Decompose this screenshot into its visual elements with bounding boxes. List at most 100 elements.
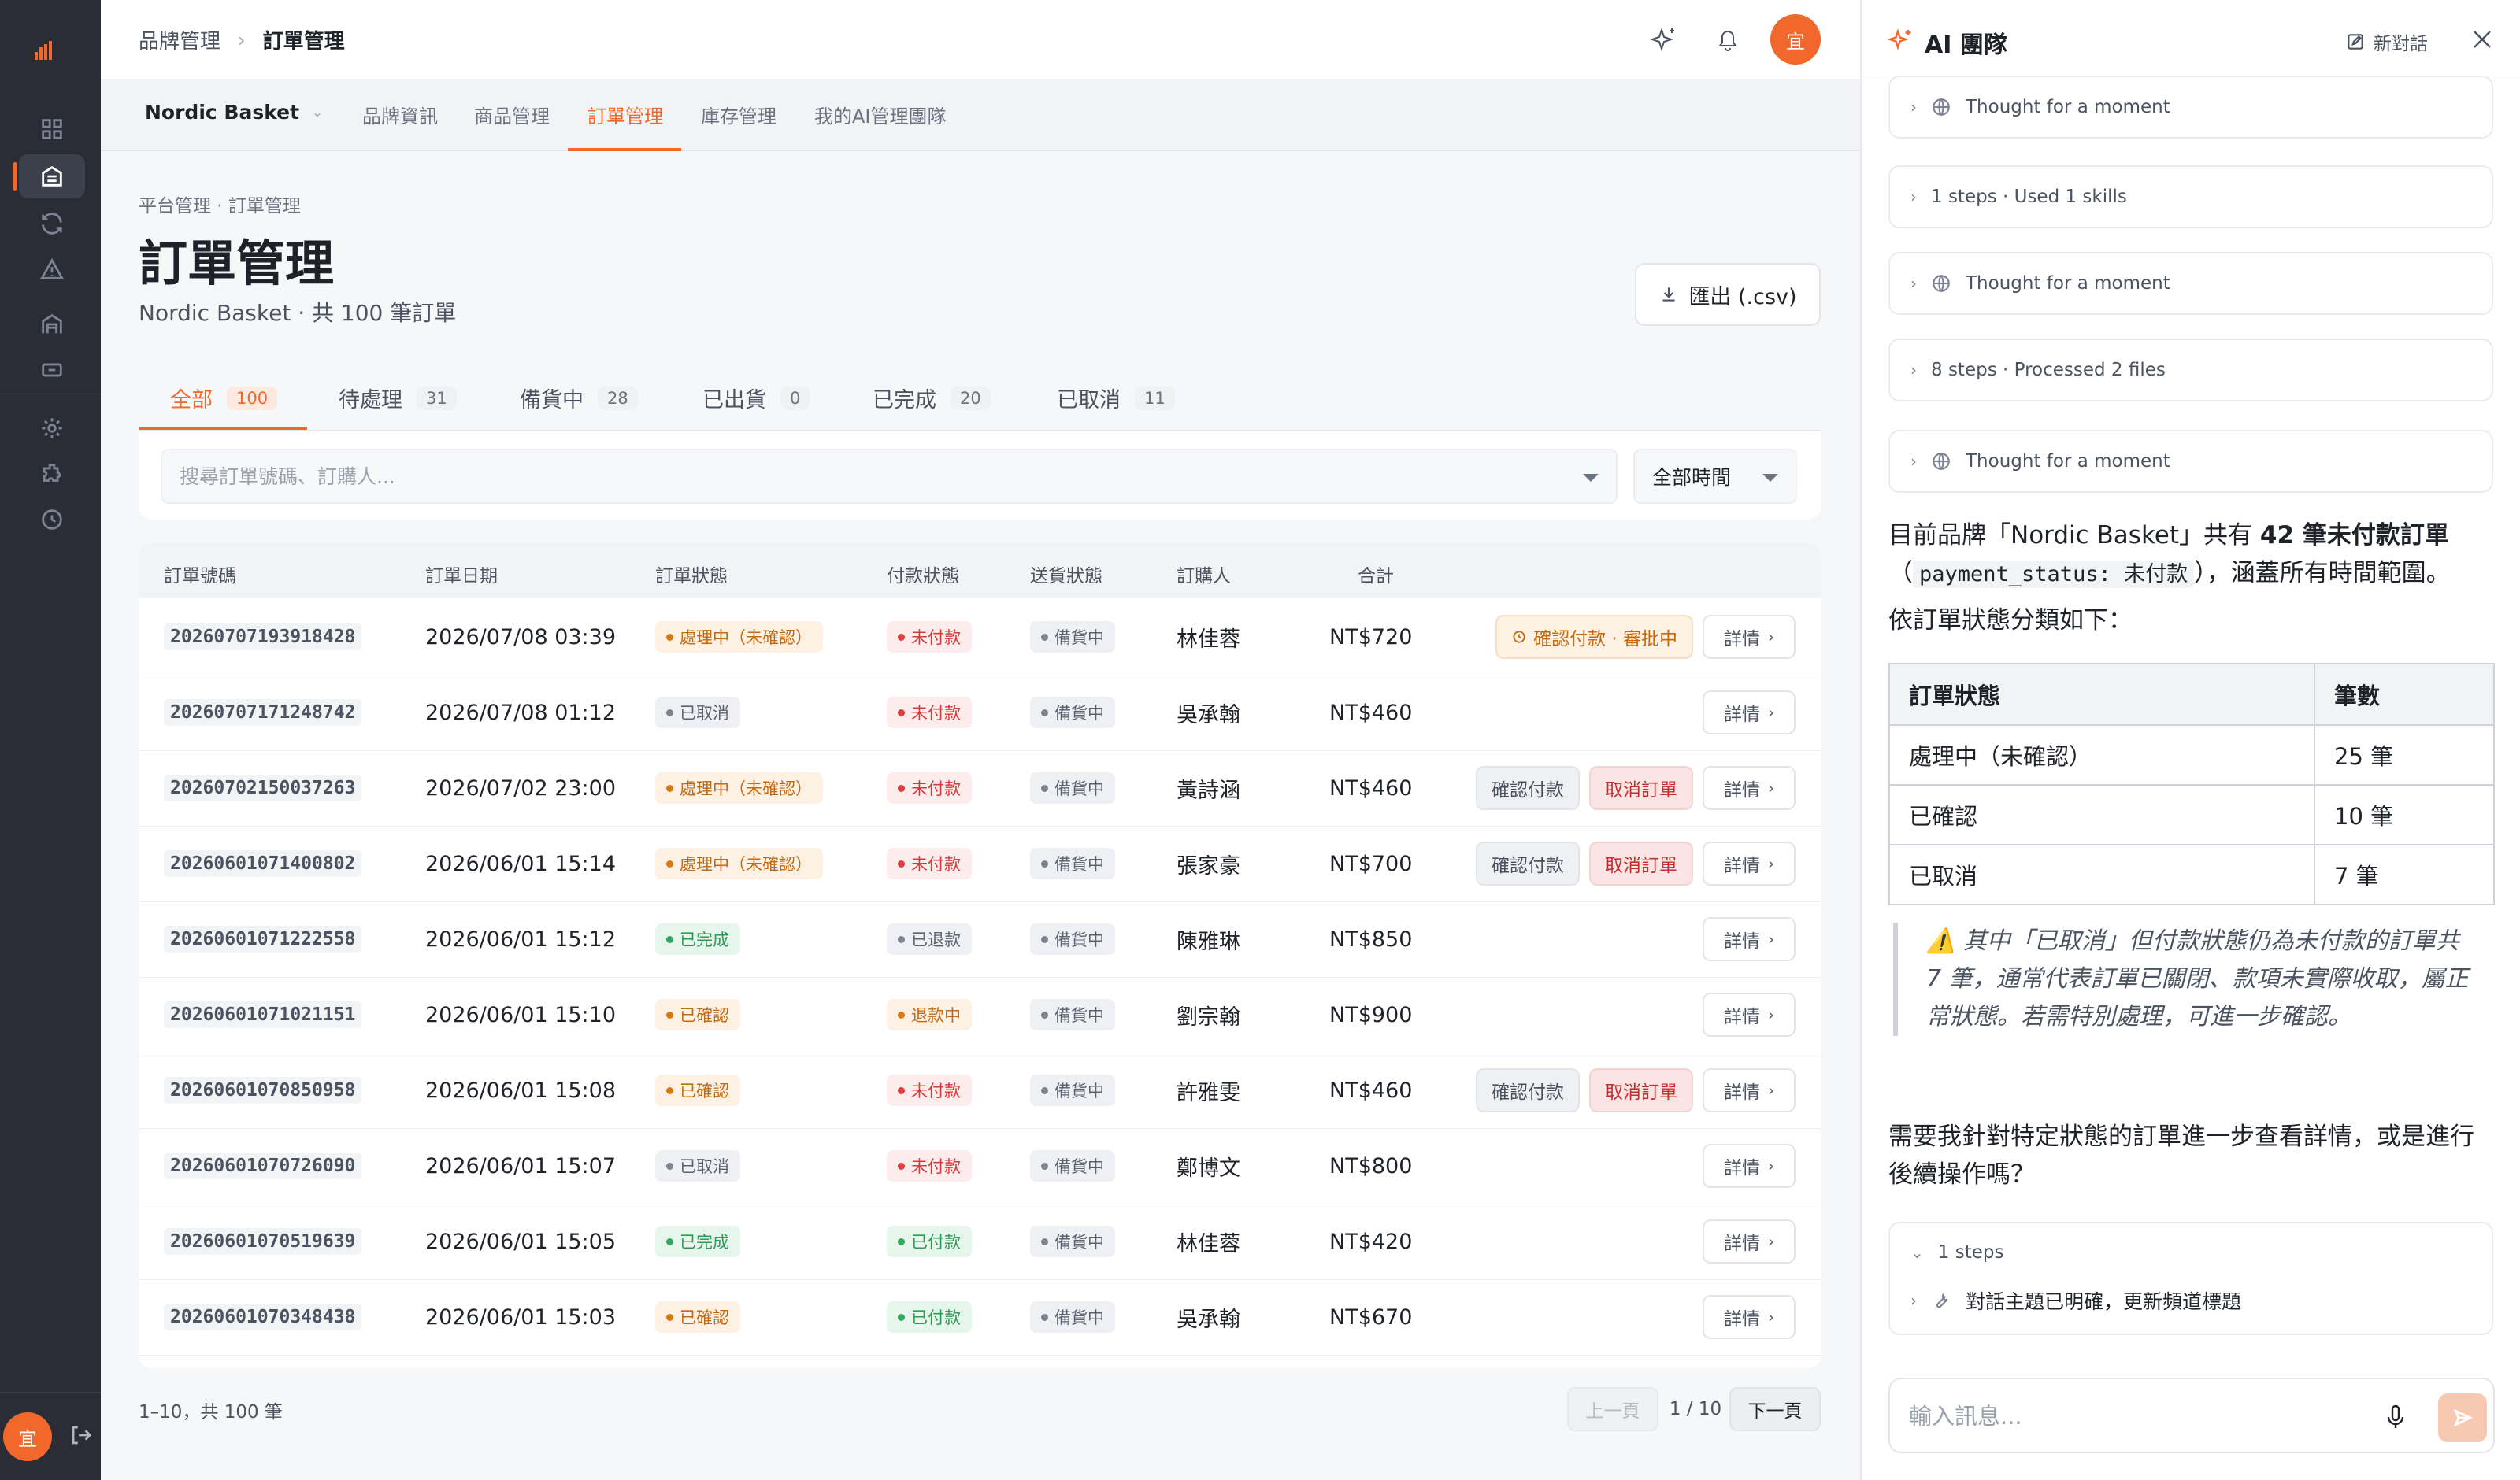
- step-card[interactable]: › Thought for a moment: [1888, 252, 2493, 315]
- order-id[interactable]: 20260601071400802: [164, 850, 362, 877]
- prev-page-button[interactable]: 上一頁: [1567, 1387, 1658, 1431]
- shipping-status-badge: 備貨中: [1030, 1075, 1115, 1106]
- buyer-name: 許雅雯: [1177, 1080, 1240, 1105]
- subnav-tab-products[interactable]: 商品管理: [474, 101, 550, 128]
- microphone-icon[interactable]: [2378, 1400, 2413, 1434]
- sidebar-item-warehouse[interactable]: [19, 302, 85, 346]
- order-date: 2026/07/02 23:00: [425, 775, 617, 801]
- approval-pending-button[interactable]: 確認付款 · 審批中: [1495, 615, 1693, 659]
- tab-all[interactable]: 全部 100: [170, 383, 278, 413]
- table-header-cell: 訂單狀態: [1888, 663, 2315, 726]
- detail-button[interactable]: 詳情 ›: [1703, 615, 1796, 659]
- order-id-cell: 20260702150037263: [164, 749, 362, 827]
- subnav-tab-ai-team[interactable]: 我的AI管理團隊: [814, 101, 947, 128]
- export-csv-button[interactable]: 匯出 (.csv): [1635, 263, 1821, 326]
- new-chat-button[interactable]: 新對話: [2345, 28, 2428, 55]
- tab-pending[interactable]: 待處理 31: [339, 383, 457, 413]
- sidebar-item-brands[interactable]: [13, 154, 85, 198]
- order-id[interactable]: 20260601070519639: [164, 1228, 362, 1255]
- notifications-button[interactable]: [1710, 22, 1745, 57]
- order-id-cell: 20260601070726090: [164, 1127, 362, 1204]
- confirm-payment-button[interactable]: 確認付款: [1476, 766, 1580, 810]
- order-status-cell: 已取消: [655, 1127, 740, 1204]
- tab-label: 已取消: [1057, 388, 1121, 413]
- detail-label: 詳情: [1724, 629, 1760, 649]
- tab-preparing[interactable]: 備貨中 28: [520, 383, 638, 413]
- col-buyer: 訂購人: [1177, 566, 1231, 586]
- order-id[interactable]: 20260707171248742: [164, 699, 362, 726]
- message-input[interactable]: [1909, 1398, 2350, 1434]
- step-card[interactable]: › 1 steps · Used 1 skills: [1888, 165, 2493, 228]
- row-actions: 確認付款 · 審批中 詳情 ›: [1486, 598, 1796, 675]
- brand-selector[interactable]: Nordic Basket ⌄: [145, 101, 323, 124]
- table-row: 20260601071021151 2026/06/01 15:10 已確認 退款中 備…: [139, 976, 1821, 1053]
- message-text: ，涵蓋所有時間範圍。: [2206, 559, 2451, 587]
- order-status-badge: 已完成: [655, 923, 740, 955]
- detail-button[interactable]: 詳情 ›: [1703, 1144, 1796, 1188]
- sidebar-item-integrations[interactable]: [19, 452, 85, 496]
- detail-button[interactable]: 詳情 ›: [1703, 766, 1796, 810]
- sidebar-item-sync[interactable]: [19, 202, 85, 246]
- step-card[interactable]: › Thought for a moment: [1888, 76, 2493, 139]
- sparkle-button[interactable]: [1646, 22, 1681, 57]
- step-card[interactable]: › 8 steps · Processed 2 files: [1888, 339, 2493, 401]
- chevron-right-icon: ›: [1910, 187, 1917, 206]
- detail-button[interactable]: 詳情 ›: [1703, 917, 1796, 961]
- detail-button[interactable]: 詳情 ›: [1703, 690, 1796, 734]
- badge-label: 處理中（未確認）: [680, 855, 812, 874]
- tab-active-indicator: [139, 427, 307, 430]
- order-id[interactable]: 20260601071222558: [164, 926, 362, 953]
- detail-button[interactable]: 詳情 ›: [1703, 1295, 1796, 1339]
- order-id[interactable]: 20260601070348438: [164, 1304, 362, 1330]
- close-icon[interactable]: [2466, 24, 2498, 55]
- breadcrumb-brands[interactable]: 品牌管理: [139, 25, 220, 54]
- cancel-order-button[interactable]: 取消訂單: [1589, 766, 1693, 810]
- tab-shipped[interactable]: 已出貨 0: [702, 383, 810, 413]
- tab-cancelled[interactable]: 已取消 11: [1057, 383, 1175, 413]
- send-button[interactable]: [2438, 1393, 2487, 1442]
- detail-button[interactable]: 詳情 ›: [1703, 842, 1796, 886]
- subnav-tab-brand-info[interactable]: 品牌資訊: [362, 101, 438, 128]
- sidebar-item-alerts[interactable]: [19, 247, 85, 291]
- detail-button[interactable]: 詳情 ›: [1703, 1068, 1796, 1112]
- chevron-right-icon: ›: [1910, 1291, 1917, 1310]
- next-page-button[interactable]: 下一頁: [1729, 1387, 1821, 1431]
- order-status-cell: 處理中（未確認）: [655, 598, 823, 675]
- status-dot-icon: [666, 633, 673, 641]
- order-id[interactable]: 20260601071021151: [164, 1001, 362, 1028]
- page-title: 訂單管理: [139, 235, 335, 292]
- step-card[interactable]: › Thought for a moment: [1888, 430, 2493, 493]
- order-id[interactable]: 20260601070850958: [164, 1077, 362, 1104]
- order-id[interactable]: 20260707193918428: [164, 623, 362, 650]
- sidebar-item-dashboard[interactable]: [19, 107, 85, 151]
- detail-button[interactable]: 詳情 ›: [1703, 993, 1796, 1037]
- table-row: 20260707171248742 2026/07/08 01:12 已取消 未付款 備…: [139, 674, 1821, 751]
- detail-button[interactable]: 詳情 ›: [1703, 1219, 1796, 1264]
- search-input[interactable]: [180, 464, 1599, 488]
- cancel-order-button[interactable]: 取消訂單: [1589, 1068, 1693, 1112]
- subnav-tab-inventory[interactable]: 庫存管理: [701, 101, 776, 128]
- confirm-payment-button[interactable]: 確認付款: [1476, 1068, 1580, 1112]
- tool-steps-toggle[interactable]: ⌄ 1 steps: [1910, 1242, 2003, 1263]
- order-id[interactable]: 20260601070726090: [164, 1153, 362, 1179]
- search-field[interactable]: [161, 449, 1618, 504]
- order-status-cell: 處理中（未確認）: [655, 825, 823, 902]
- time-range-select[interactable]: 全部時間: [1633, 449, 1797, 504]
- order-date: 2026/06/01 15:10: [425, 1002, 617, 1027]
- sidebar-item-history[interactable]: [19, 498, 85, 542]
- chevron-right-icon: ›: [1910, 361, 1917, 379]
- confirm-payment-button[interactable]: 確認付款: [1476, 842, 1580, 886]
- tab-completed[interactable]: 已完成 20: [873, 383, 991, 413]
- order-id[interactable]: 20260702150037263: [164, 775, 362, 801]
- tool-step-label: 對話主題已明確，更新頻道標題: [1966, 1290, 2242, 1313]
- chevron-right-icon: ›: [1768, 1005, 1774, 1024]
- badge-label: 未付款: [911, 1157, 961, 1176]
- sidebar-item-settings[interactable]: [19, 406, 85, 450]
- topbar-avatar[interactable]: 宜: [1770, 14, 1821, 65]
- tool-step-item[interactable]: › 對話主題已明確，更新頻道標題: [1910, 1286, 2241, 1315]
- sidebar-item-billing[interactable]: [19, 348, 85, 392]
- logout-icon[interactable]: [68, 1422, 94, 1449]
- user-avatar[interactable]: 宜: [3, 1412, 52, 1461]
- subnav-tab-orders[interactable]: 訂單管理: [587, 101, 663, 128]
- cancel-order-button[interactable]: 取消訂單: [1589, 842, 1693, 886]
